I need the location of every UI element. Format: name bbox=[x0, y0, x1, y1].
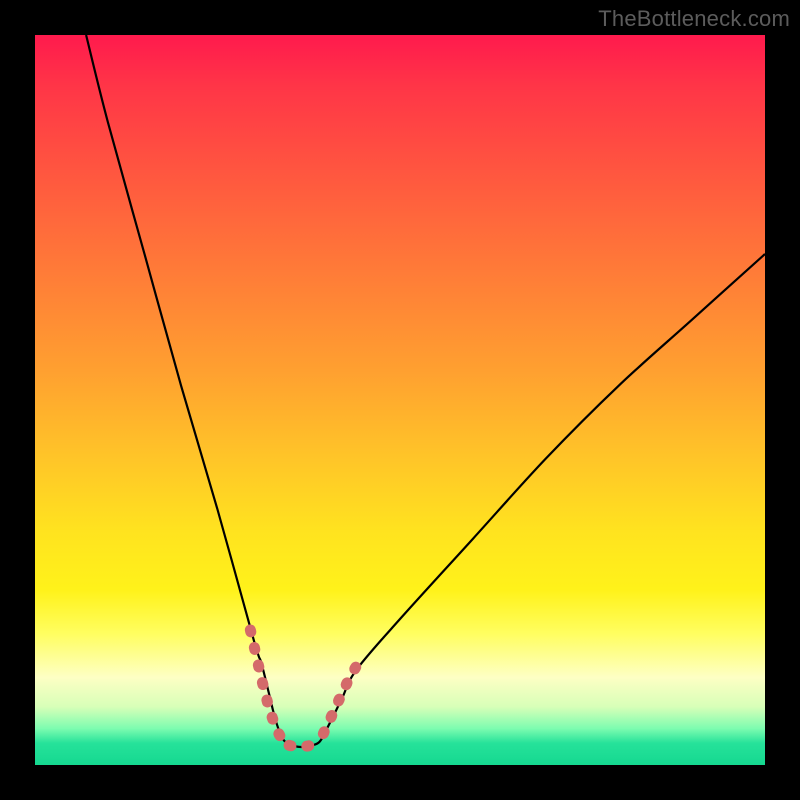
dashed-bottom-segment bbox=[289, 744, 314, 747]
bottleneck-curve-path bbox=[86, 35, 765, 747]
plot-area bbox=[35, 35, 765, 765]
marker-dashes bbox=[250, 630, 356, 747]
dashed-left-segment bbox=[250, 630, 289, 745]
chart-frame: TheBottleneck.com bbox=[0, 0, 800, 800]
bottleneck-curve bbox=[86, 35, 765, 747]
curve-layer bbox=[35, 35, 765, 765]
watermark-text: TheBottleneck.com bbox=[598, 6, 790, 32]
